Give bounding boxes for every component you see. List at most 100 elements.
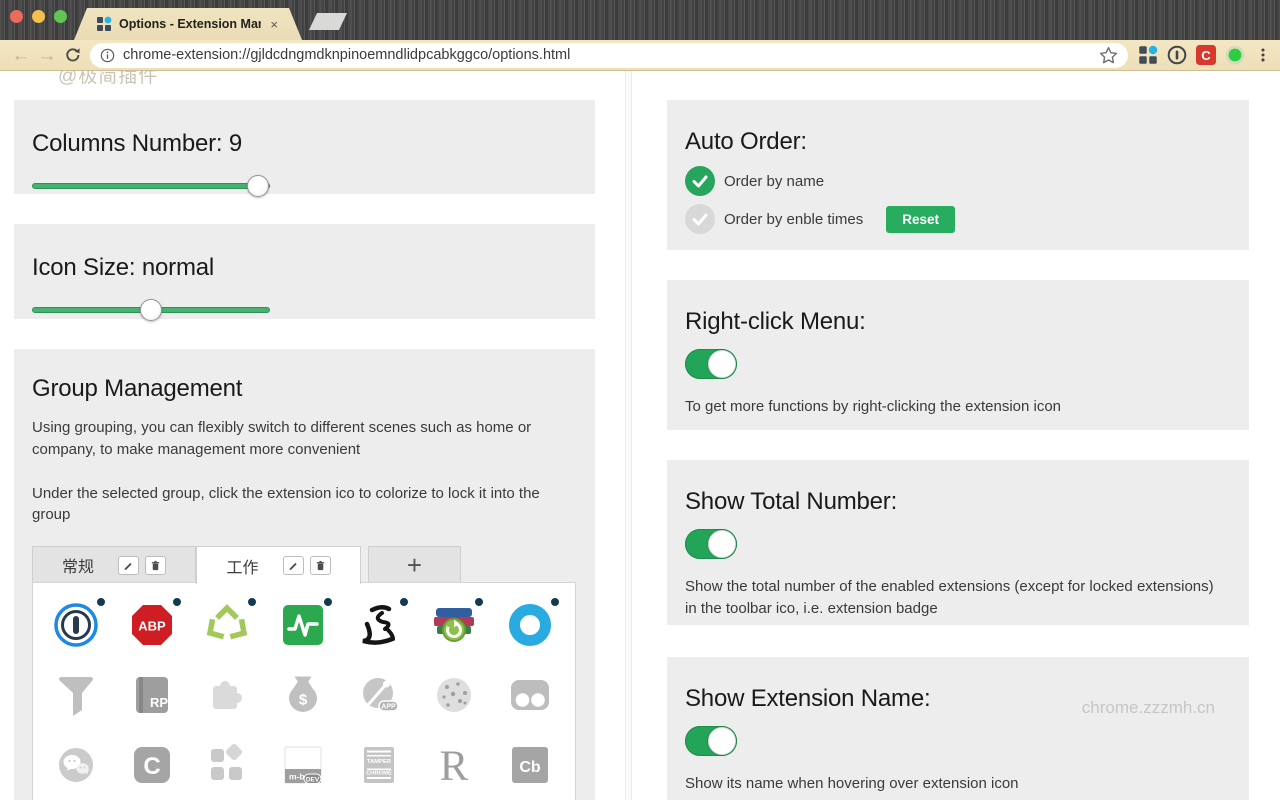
auto-order-card: Auto Order: Order by name Order by enble… <box>667 100 1249 250</box>
minimize-window-button[interactable] <box>32 10 45 23</box>
svg-text:$: $ <box>299 692 308 709</box>
extension-icon-puzzle[interactable] <box>205 673 251 719</box>
url-bar[interactable]: chrome-extension://gjldcdngmdknpinoemndl… <box>90 43 1128 68</box>
menu-kebab-icon[interactable] <box>1254 46 1272 64</box>
group-management-card: Group Management Using grouping, you can… <box>14 349 595 800</box>
extension-icon-c-rounded[interactable]: C <box>130 743 176 789</box>
traffic-lights <box>10 10 67 23</box>
svg-text:C: C <box>143 753 160 780</box>
new-tab-button[interactable] <box>309 13 347 30</box>
locked-badge-icon <box>551 598 559 606</box>
extension-icon-tamper-chrome[interactable]: TAMPERCHROME <box>357 743 403 789</box>
show-total-number-toggle[interactable] <box>685 529 737 559</box>
extension-icon-app-tool[interactable]: APP <box>357 673 403 719</box>
close-window-button[interactable] <box>10 10 23 23</box>
locked-badge-icon <box>97 598 105 606</box>
icon-size-slider[interactable] <box>32 299 270 321</box>
extension-icon-pulse-monitor[interactable] <box>281 603 327 649</box>
tab-close-icon[interactable]: × <box>268 17 280 32</box>
show-extension-name-toggle[interactable] <box>685 726 737 756</box>
columns-number-card: Columns Number: 9 <box>14 100 595 194</box>
back-icon[interactable]: ← <box>8 46 34 65</box>
svg-text:RP: RP <box>150 695 168 710</box>
bookmark-star-icon[interactable] <box>1099 46 1118 65</box>
group-management-title: Group Management <box>32 375 577 403</box>
extension-icon-r-serif[interactable]: R <box>432 743 478 789</box>
slider-thumb[interactable] <box>140 299 162 321</box>
show-extension-name-desc: Show its name when hovering over extensi… <box>685 773 1231 795</box>
onepassword-toolbar-icon[interactable] <box>1167 45 1187 65</box>
extension-icon-mb-dev[interactable]: m-bDEV <box>281 743 327 789</box>
green-dot-extension-icon[interactable] <box>1225 45 1245 65</box>
edit-group-icon[interactable] <box>118 556 139 575</box>
columns-number-title: Columns Number: 9 <box>32 130 577 158</box>
svg-text:TAMPER: TAMPER <box>367 759 392 765</box>
show-total-number-desc: Show the total number of the enabled ext… <box>685 576 1225 620</box>
auto-order-title: Auto Order: <box>685 128 1231 156</box>
svg-text:Cb: Cb <box>519 759 541 776</box>
extension-manager-icon[interactable] <box>1138 45 1158 65</box>
toolbar-extensions: C <box>1138 45 1272 65</box>
extension-icon-calligraphy[interactable] <box>357 603 403 649</box>
reload-icon[interactable] <box>60 46 86 64</box>
reset-button[interactable]: Reset <box>886 206 955 233</box>
toggle-knob[interactable] <box>708 727 736 755</box>
show-total-number-card: Show Total Number: Show the total number… <box>667 460 1249 625</box>
order-by-enable-times-check-icon[interactable] <box>685 204 715 234</box>
forward-icon[interactable]: → <box>34 46 60 65</box>
extension-icon-money-bag[interactable]: $ <box>281 673 327 719</box>
group-tab-changgui[interactable]: 常规 <box>32 546 196 583</box>
tab-favicon-icon <box>96 16 112 32</box>
extension-icon-books-refresh[interactable] <box>432 603 478 649</box>
plus-icon: + <box>407 550 422 581</box>
slider-thumb[interactable] <box>247 175 269 197</box>
toggle-knob[interactable] <box>708 530 736 558</box>
extension-icon-two-circles[interactable] <box>508 673 554 719</box>
url-text[interactable]: chrome-extension://gjldcdngmdknpinoemndl… <box>123 47 1091 63</box>
order-by-enable-times-label: Order by enble times <box>724 211 863 228</box>
extension-icon-blue-ring[interactable] <box>508 603 554 649</box>
extension-icon-recycle[interactable] <box>205 603 251 649</box>
edit-group-icon[interactable] <box>283 556 304 575</box>
delete-group-icon[interactable] <box>145 556 166 575</box>
browser-tab[interactable]: Options - Extension Manager × <box>74 8 302 40</box>
browser-window: Options - Extension Manager × ← → chrome… <box>0 0 1280 800</box>
delete-group-icon[interactable] <box>310 556 331 575</box>
icon-size-title: Icon Size: normal <box>32 254 577 282</box>
order-by-name-label: Order by name <box>724 173 824 190</box>
right-click-menu-desc: To get more functions by right-clicking … <box>685 396 1231 418</box>
toggle-knob[interactable] <box>708 350 736 378</box>
svg-text:ABP: ABP <box>138 619 166 634</box>
extension-icon-funnel[interactable] <box>54 673 100 719</box>
right-click-menu-toggle[interactable] <box>685 349 737 379</box>
show-total-number-title: Show Total Number: <box>685 488 1231 516</box>
browser-toolbar: ← → chrome-extension://gjldcdngmdknpinoe… <box>0 40 1280 71</box>
extension-icon-adblock-plus[interactable]: ABP <box>130 603 176 649</box>
page-info-icon[interactable] <box>100 48 115 63</box>
group-tab-gongzuo-active[interactable]: 工作 <box>196 546 361 584</box>
zoom-window-button[interactable] <box>54 10 67 23</box>
columns-number-slider[interactable] <box>32 175 270 197</box>
extension-icon-four-squares[interactable] <box>205 743 251 789</box>
locked-badge-icon <box>400 598 408 606</box>
locked-badge-icon <box>324 598 332 606</box>
order-by-name-check-icon[interactable] <box>685 166 715 196</box>
svg-text:m-b: m-b <box>289 772 305 782</box>
extension-icon-cookie[interactable] <box>432 673 478 719</box>
group-tab-label: 常规 <box>62 553 94 577</box>
icon-size-card: Icon Size: normal <box>14 224 595 319</box>
add-group-tab[interactable]: + <box>368 546 461 583</box>
extension-icon-rp-notebook[interactable]: RP <box>130 673 176 719</box>
column-divider <box>625 71 632 800</box>
locked-badge-icon <box>248 598 256 606</box>
extension-icon-cb-square[interactable]: Cb <box>508 743 554 789</box>
group-tabs: 常规 工作 + <box>32 546 577 583</box>
extension-icon-onepassword[interactable] <box>54 603 100 649</box>
extension-icon-wechat[interactable] <box>54 743 100 789</box>
locked-badge-icon <box>475 598 483 606</box>
browser-titlebar: Options - Extension Manager × <box>0 0 1280 40</box>
slider-track[interactable] <box>32 183 270 189</box>
red-c-extension-icon[interactable]: C <box>1196 45 1216 65</box>
svg-text:APP: APP <box>381 704 396 711</box>
tab-title: Options - Extension Manager <box>119 17 261 31</box>
